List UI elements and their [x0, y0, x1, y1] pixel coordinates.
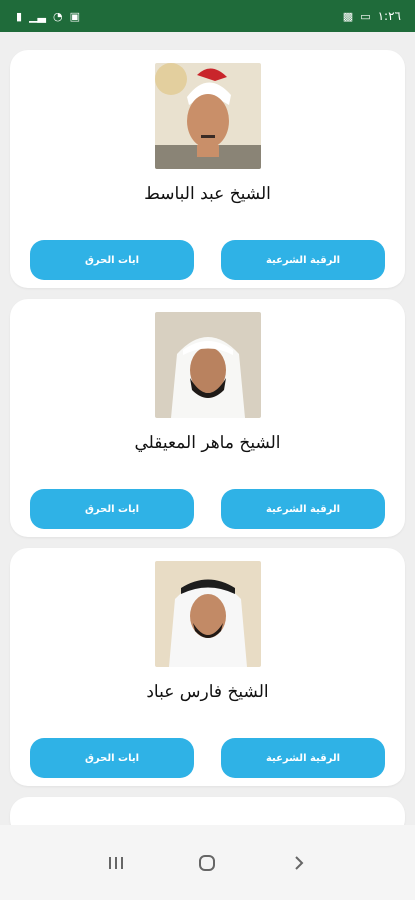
- battery-saver-icon: ▮: [16, 9, 23, 23]
- screen-record-icon: ▣: [69, 9, 80, 23]
- sheikh-card: الشيخ عبد الباسط الرقية الشرعية ايات الح…: [10, 50, 405, 288]
- sheikh-photo: [155, 810, 261, 825]
- sheikh-card: الشيخ فارس عباد الرقية الشرعية ايات الحر…: [10, 548, 405, 786]
- status-time: ١:٢٦: [377, 9, 401, 23]
- sheikh-card-partial: [10, 797, 405, 825]
- home-icon[interactable]: [187, 843, 227, 883]
- burning-verses-button[interactable]: ايات الحرق: [30, 240, 194, 280]
- sheikh-name: الشيخ ماهر المعيقلي: [134, 433, 281, 453]
- sim-icon: ▩: [342, 9, 354, 23]
- sheikh-photo: [155, 561, 261, 667]
- signal-icon: ▁▃: [29, 9, 46, 23]
- wifi-icon: ◔: [52, 9, 63, 23]
- status-right-icons: ▩ ▭ ١:٢٦: [343, 9, 401, 23]
- ruqyah-button[interactable]: الرقية الشرعية: [221, 240, 385, 280]
- navigation-bar: [0, 825, 415, 900]
- sheikh-card: الشيخ ماهر المعيقلي الرقية الشرعية ايات …: [10, 299, 405, 537]
- status-left-icons: ▮ ▁▃ ◔ ▣: [16, 11, 80, 22]
- ruqyah-button[interactable]: الرقية الشرعية: [221, 738, 385, 778]
- sheikh-photo: [155, 63, 261, 169]
- sheikh-list[interactable]: الشيخ عبد الباسط الرقية الشرعية ايات الح…: [0, 32, 415, 825]
- burning-verses-button[interactable]: ايات الحرق: [30, 738, 194, 778]
- message-icon: ▭: [360, 9, 371, 23]
- sheikh-name: الشيخ فارس عباد: [146, 682, 269, 702]
- sheikh-photo: [155, 312, 261, 418]
- recent-apps-icon[interactable]: [96, 843, 136, 883]
- status-bar: ▮ ▁▃ ◔ ▣ ▩ ▭ ١:٢٦: [0, 0, 415, 32]
- sheikh-name: الشيخ عبد الباسط: [144, 184, 271, 204]
- burning-verses-button[interactable]: ايات الحرق: [30, 489, 194, 529]
- back-icon[interactable]: [279, 843, 319, 883]
- ruqyah-button[interactable]: الرقية الشرعية: [221, 489, 385, 529]
